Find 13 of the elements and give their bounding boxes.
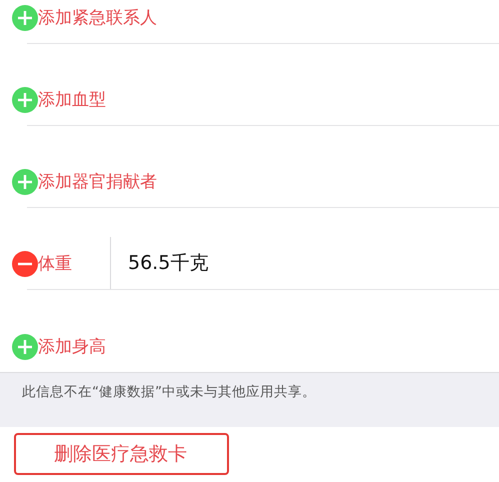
add-icon[interactable]	[12, 334, 38, 360]
add-icon[interactable]	[12, 87, 38, 113]
field-value[interactable]: 56.5千克	[128, 251, 208, 275]
privacy-note: 此信息不在“健康数据”中或未与其他应用共享。	[22, 384, 316, 400]
delete-card-button[interactable]: 删除医疗急救卡	[14, 433, 229, 475]
add-icon[interactable]	[12, 169, 38, 195]
remove-icon[interactable]	[12, 251, 38, 277]
add-field-link[interactable]: 添加器官捐献者	[38, 171, 157, 193]
add-field-link[interactable]: 添加紧急联系人	[38, 7, 157, 29]
add-field-link[interactable]: 添加身高	[38, 336, 106, 358]
add-icon[interactable]	[12, 5, 38, 31]
add-field-link[interactable]: 添加血型	[38, 89, 106, 111]
field-label: 体重	[38, 253, 73, 275]
